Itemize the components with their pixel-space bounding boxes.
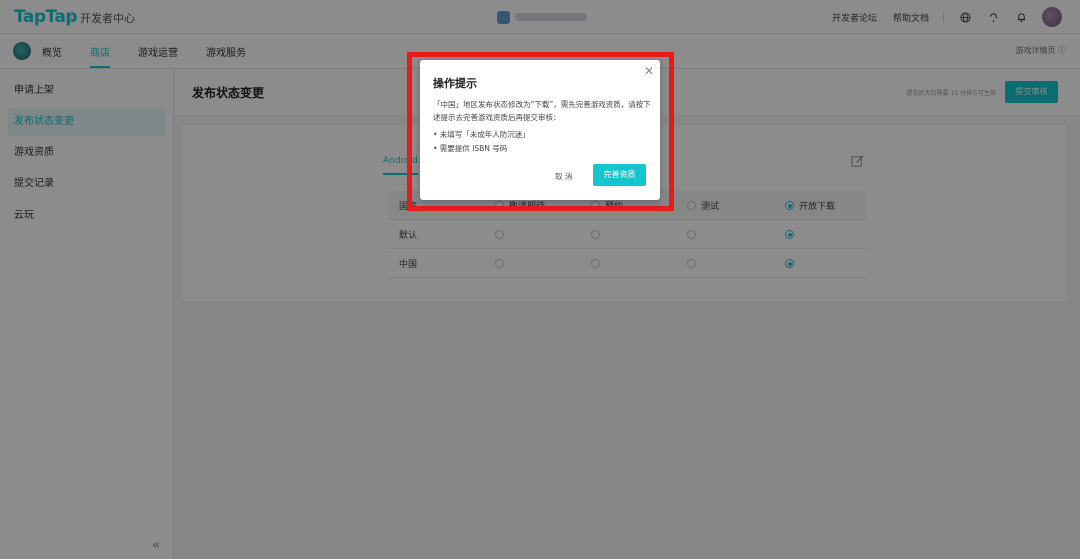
close-icon[interactable]: ✕ bbox=[644, 65, 654, 77]
complete-qualification-button[interactable]: 完善资质 bbox=[593, 164, 646, 186]
dialog-message: 「中国」地区发布状态修改为“下载”，需先完善游戏资质，请按下述提示去完善游戏资质… bbox=[433, 100, 651, 122]
cancel-button[interactable]: 取 消 bbox=[555, 171, 572, 182]
dialog-bullet-item: • 未填写「未成年人防沉迷」 bbox=[433, 130, 530, 139]
dialog-title: 操作提示 bbox=[433, 77, 477, 90]
dialog-bullet-item: • 需要提供 ISBN 号码 bbox=[433, 144, 508, 153]
operation-tip-dialog: ✕ 操作提示 「中国」地区发布状态修改为“下载”，需先完善游戏资质，请按下述提示… bbox=[420, 60, 660, 200]
